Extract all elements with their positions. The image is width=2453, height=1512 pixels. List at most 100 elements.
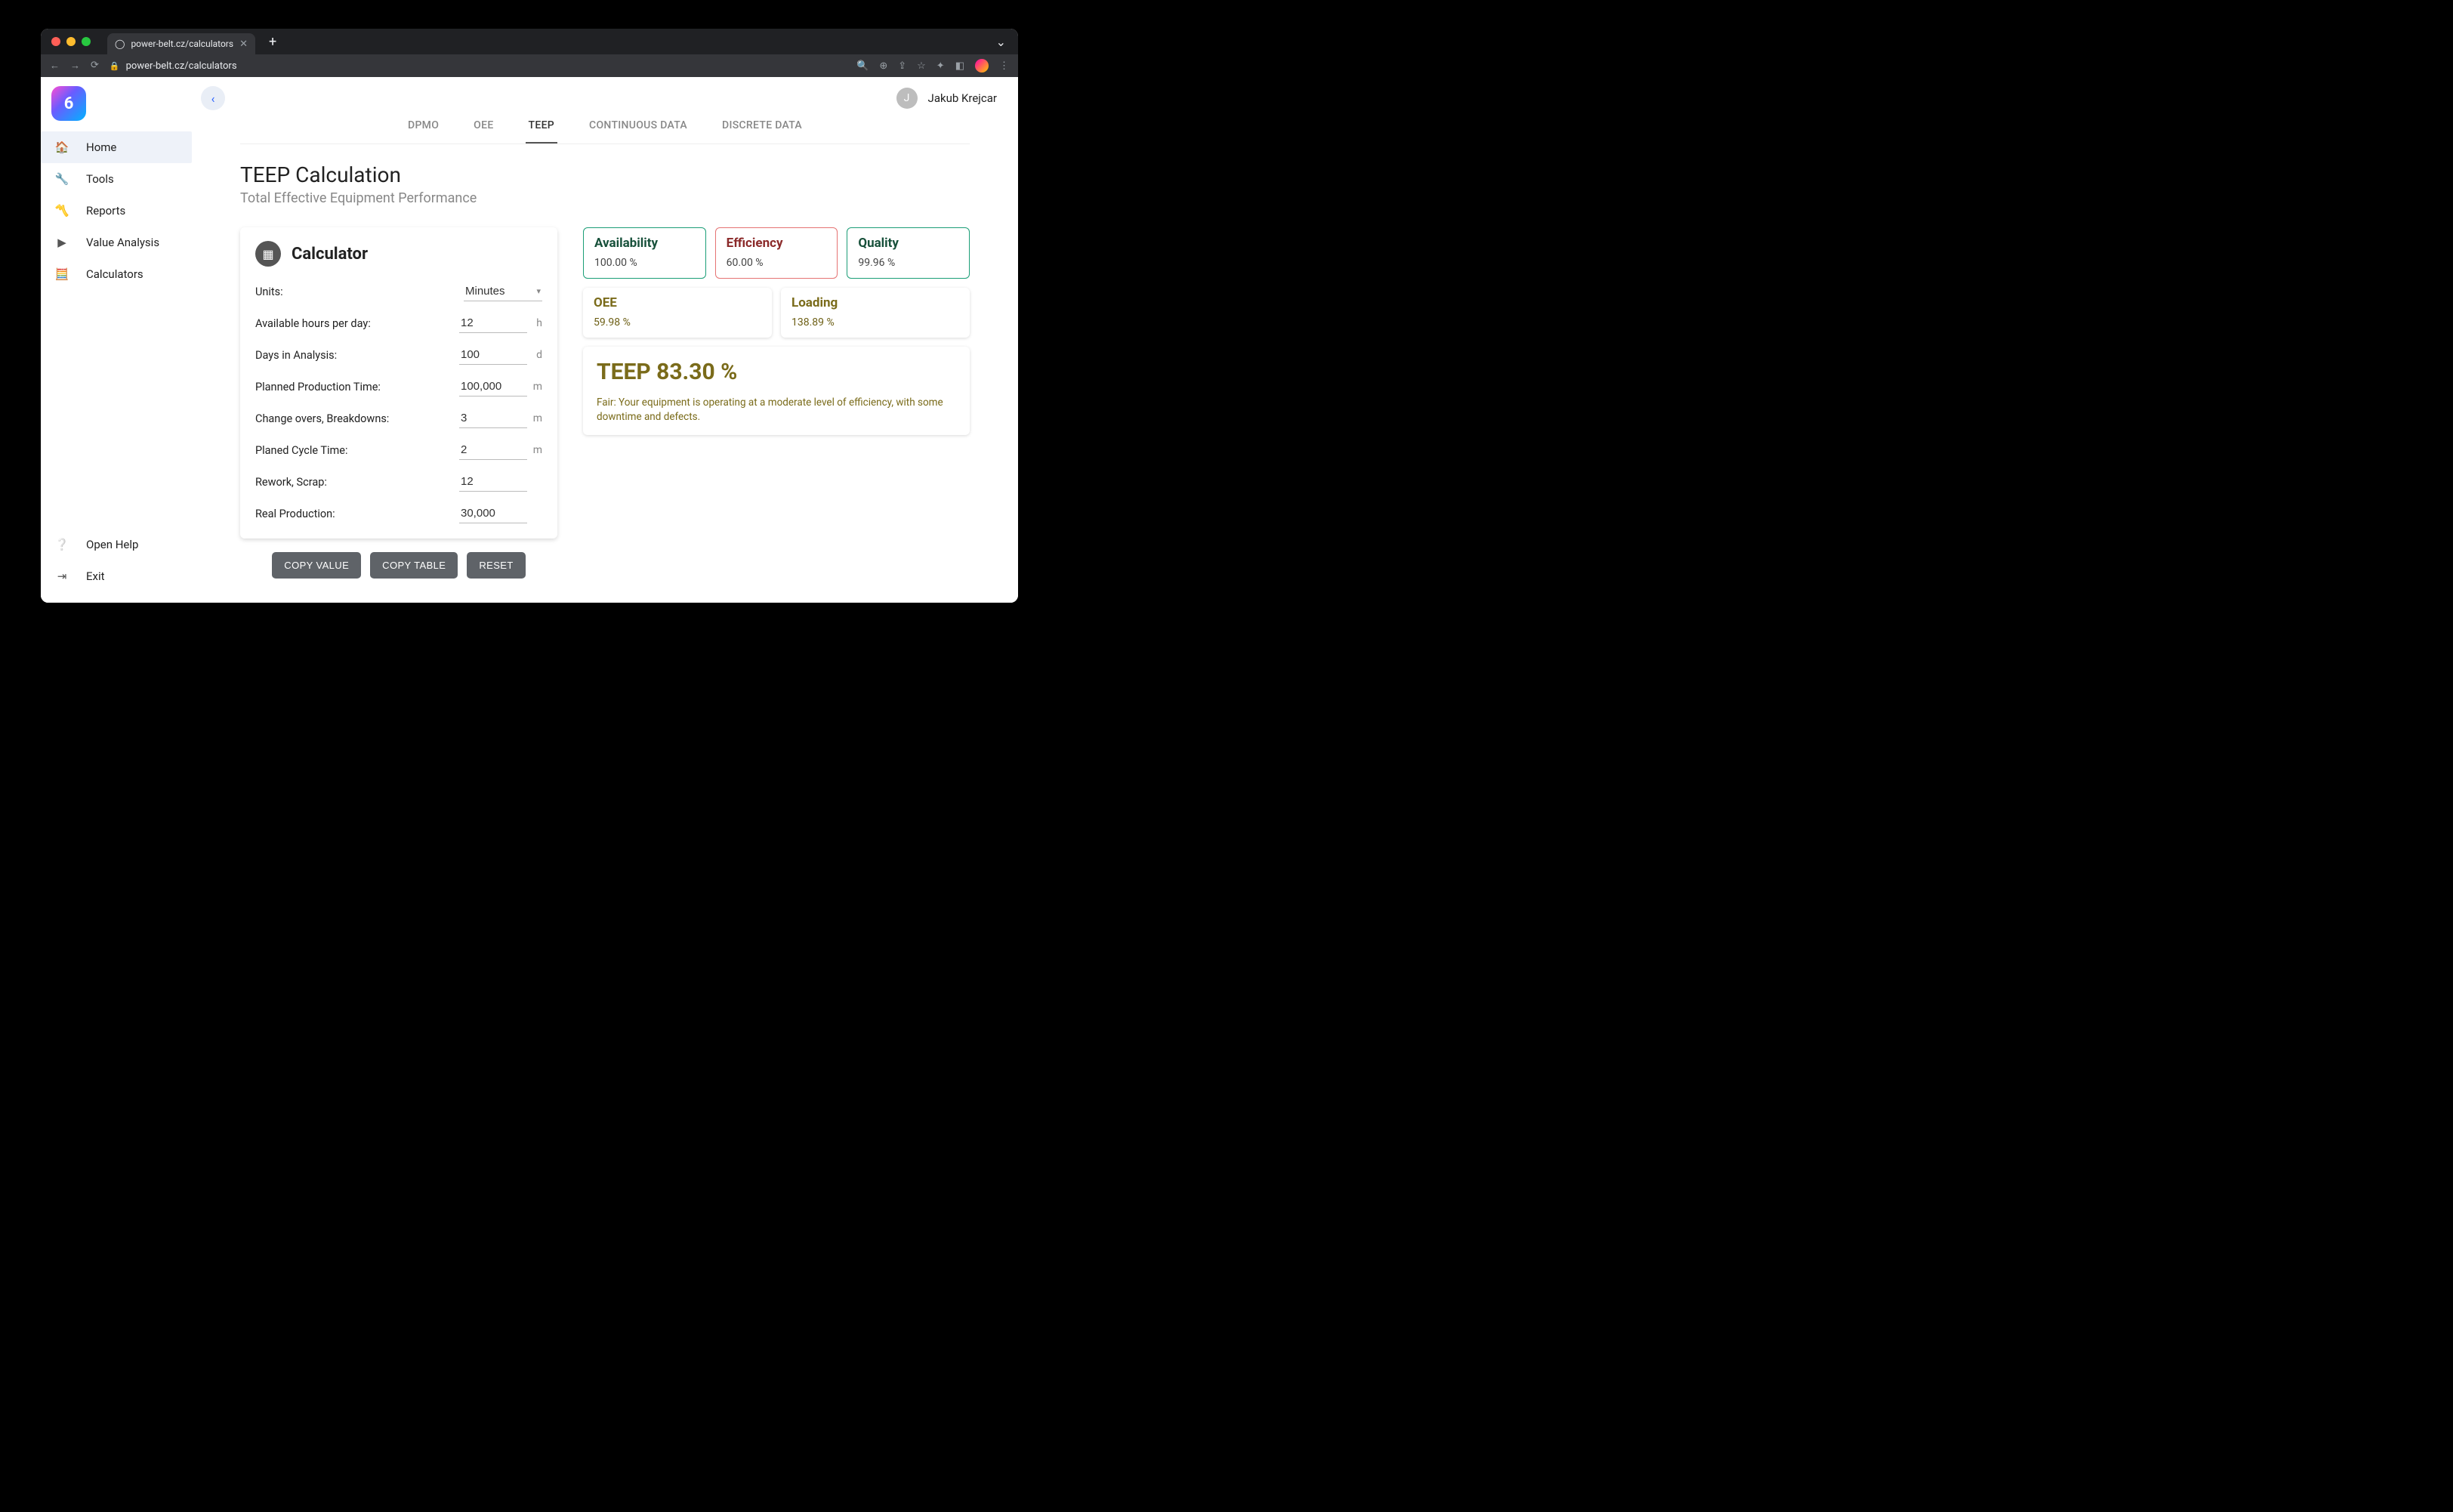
share-icon[interactable]: ⇪ — [898, 60, 906, 72]
units-select[interactable]: Minutes — [464, 282, 542, 301]
metric-value: 99.96 % — [858, 257, 958, 269]
nav-back-icon[interactable]: ← — [50, 60, 60, 72]
units-label: Units: — [255, 285, 283, 298]
monitor-icon: ▶ — [54, 236, 69, 249]
user-info[interactable]: J Jakub Krejcar — [896, 88, 997, 109]
nav-forward-icon[interactable]: → — [70, 60, 80, 72]
app-root: 6 🏠 Home 🔧 Tools 〽️ Reports ▶ Value Anal… — [41, 77, 1018, 603]
copy-value-button[interactable]: COPY VALUE — [272, 552, 361, 579]
ppt-label: Planned Production Time: — [255, 381, 381, 393]
back-button[interactable]: ‹ — [201, 86, 225, 110]
lock-icon: 🔒 — [110, 61, 120, 71]
metric-value: 138.89 % — [791, 316, 959, 329]
sidebar-item-label: Value Analysis — [86, 236, 159, 249]
teep-value: TEEP 83.30 % — [597, 359, 956, 385]
window-minimize-button[interactable] — [66, 37, 76, 46]
sidebar-item-tools[interactable]: 🔧 Tools — [41, 163, 192, 195]
rework-input[interactable] — [459, 472, 527, 492]
metric-availability: Availability 100.00 % — [583, 227, 706, 279]
sidebar-item-help[interactable]: ❔ Open Help — [41, 529, 192, 560]
sidebar-item-value-analysis[interactable]: ▶ Value Analysis — [41, 227, 192, 258]
hours-unit: h — [532, 317, 542, 329]
exit-icon: ⇥ — [54, 569, 69, 583]
ppt-input[interactable] — [459, 377, 527, 397]
metric-loading: Loading 138.89 % — [781, 288, 970, 338]
address-bar[interactable]: 🔒 power-belt.cz/calculators — [110, 60, 237, 72]
metric-title: Loading — [791, 295, 959, 310]
home-icon: 🏠 — [54, 140, 69, 154]
tab-continuous-data[interactable]: CONTINUOUS DATA — [586, 113, 690, 143]
metric-title: Efficiency — [727, 236, 827, 251]
tabs-row: DPMO OEE TEEP CONTINUOUS DATA DISCRETE D… — [240, 77, 970, 144]
reset-button[interactable]: RESET — [467, 552, 525, 579]
hours-label: Available hours per day: — [255, 317, 371, 330]
new-tab-button[interactable]: + — [269, 34, 276, 50]
metric-title: OEE — [594, 295, 761, 310]
wrench-icon: 🔧 — [54, 172, 69, 186]
tab-teep[interactable]: TEEP — [526, 113, 557, 143]
tab-oee[interactable]: OEE — [471, 113, 496, 143]
close-tab-icon[interactable]: ✕ — [239, 39, 248, 50]
sidepanel-icon[interactable]: ◧ — [955, 60, 964, 72]
sidebar-item-exit[interactable]: ⇥ Exit — [41, 560, 192, 592]
browser-menu-icon[interactable]: ⋮ — [999, 60, 1009, 72]
metric-efficiency: Efficiency 60.00 % — [715, 227, 838, 279]
copy-table-button[interactable]: COPY TABLE — [370, 552, 458, 579]
days-unit: d — [532, 349, 542, 361]
metric-value: 60.00 % — [727, 257, 827, 269]
zoom-icon[interactable]: ⊕ — [879, 60, 887, 72]
sidebar: 6 🏠 Home 🔧 Tools 〽️ Reports ▶ Value Anal… — [41, 77, 192, 603]
bookmark-icon[interactable]: ☆ — [917, 60, 926, 72]
browser-toolbar: ← → ⟳ 🔒 power-belt.cz/calculators 🔍 ⊕ ⇪ … — [41, 54, 1018, 77]
metric-value: 59.98 % — [594, 316, 761, 329]
window-close-button[interactable] — [51, 37, 60, 46]
real-input[interactable] — [459, 504, 527, 523]
sidebar-item-label: Tools — [86, 172, 114, 186]
app-logo[interactable]: 6 — [51, 86, 86, 121]
metric-title: Quality — [858, 236, 958, 251]
sidebar-item-home[interactable]: 🏠 Home — [41, 131, 192, 163]
metric-oee: OEE 59.98 % — [583, 288, 772, 338]
cycle-input[interactable] — [459, 440, 527, 460]
days-input[interactable] — [459, 345, 527, 365]
calculator-card: ▦ Calculator Units: Minutes ▾ — [240, 227, 557, 538]
help-icon: ❔ — [54, 538, 69, 551]
sidebar-item-label: Home — [86, 140, 116, 154]
tab-dpmo[interactable]: DPMO — [405, 113, 442, 143]
browser-tab-strip: ◯ power-belt.cz/calculators ✕ + ⌄ — [41, 29, 1018, 54]
window-maximize-button[interactable] — [82, 37, 91, 46]
chevron-left-icon: ‹ — [211, 91, 215, 106]
tab-favicon: ◯ — [115, 39, 125, 49]
sidebar-item-calculators[interactable]: 🧮 Calculators — [41, 258, 192, 290]
real-label: Real Production: — [255, 508, 335, 520]
chart-icon: 〽️ — [54, 204, 69, 218]
browser-tab[interactable]: ◯ power-belt.cz/calculators ✕ — [107, 33, 255, 54]
search-icon[interactable]: 🔍 — [856, 60, 869, 72]
browser-profile-icon[interactable] — [975, 59, 989, 73]
tabs-dropdown-icon[interactable]: ⌄ — [996, 35, 1006, 49]
cycle-unit: m — [532, 444, 542, 456]
sidebar-item-label: Exit — [86, 569, 105, 583]
page-subtitle: Total Effective Equipment Performance — [240, 190, 970, 206]
breakdowns-unit: m — [532, 412, 542, 424]
calculator-icon: 🧮 — [54, 267, 69, 281]
breakdowns-input[interactable] — [459, 409, 527, 428]
metric-quality: Quality 99.96 % — [847, 227, 970, 279]
extensions-icon[interactable]: ✦ — [936, 60, 945, 72]
main-content: ‹ J Jakub Krejcar DPMO OEE TEEP CONTINUO… — [192, 77, 1018, 603]
url-text: power-belt.cz/calculators — [126, 60, 237, 72]
sidebar-item-reports[interactable]: 〽️ Reports — [41, 195, 192, 227]
table-icon: ▦ — [255, 241, 281, 267]
sidebar-item-label: Open Help — [86, 538, 138, 551]
sidebar-item-label: Reports — [86, 204, 125, 218]
rework-label: Rework, Scrap: — [255, 476, 327, 489]
tab-discrete-data[interactable]: DISCRETE DATA — [719, 113, 805, 143]
page-title: TEEP Calculation — [240, 162, 970, 187]
hours-input[interactable] — [459, 313, 527, 333]
cycle-label: Planed Cycle Time: — [255, 444, 347, 457]
metric-title: Availability — [594, 236, 695, 251]
ppt-unit: m — [532, 381, 542, 393]
nav-reload-icon[interactable]: ⟳ — [91, 60, 99, 72]
teep-description: Fair: Your equipment is operating at a m… — [597, 396, 956, 424]
browser-window: ◯ power-belt.cz/calculators ✕ + ⌄ ← → ⟳ … — [41, 29, 1018, 603]
